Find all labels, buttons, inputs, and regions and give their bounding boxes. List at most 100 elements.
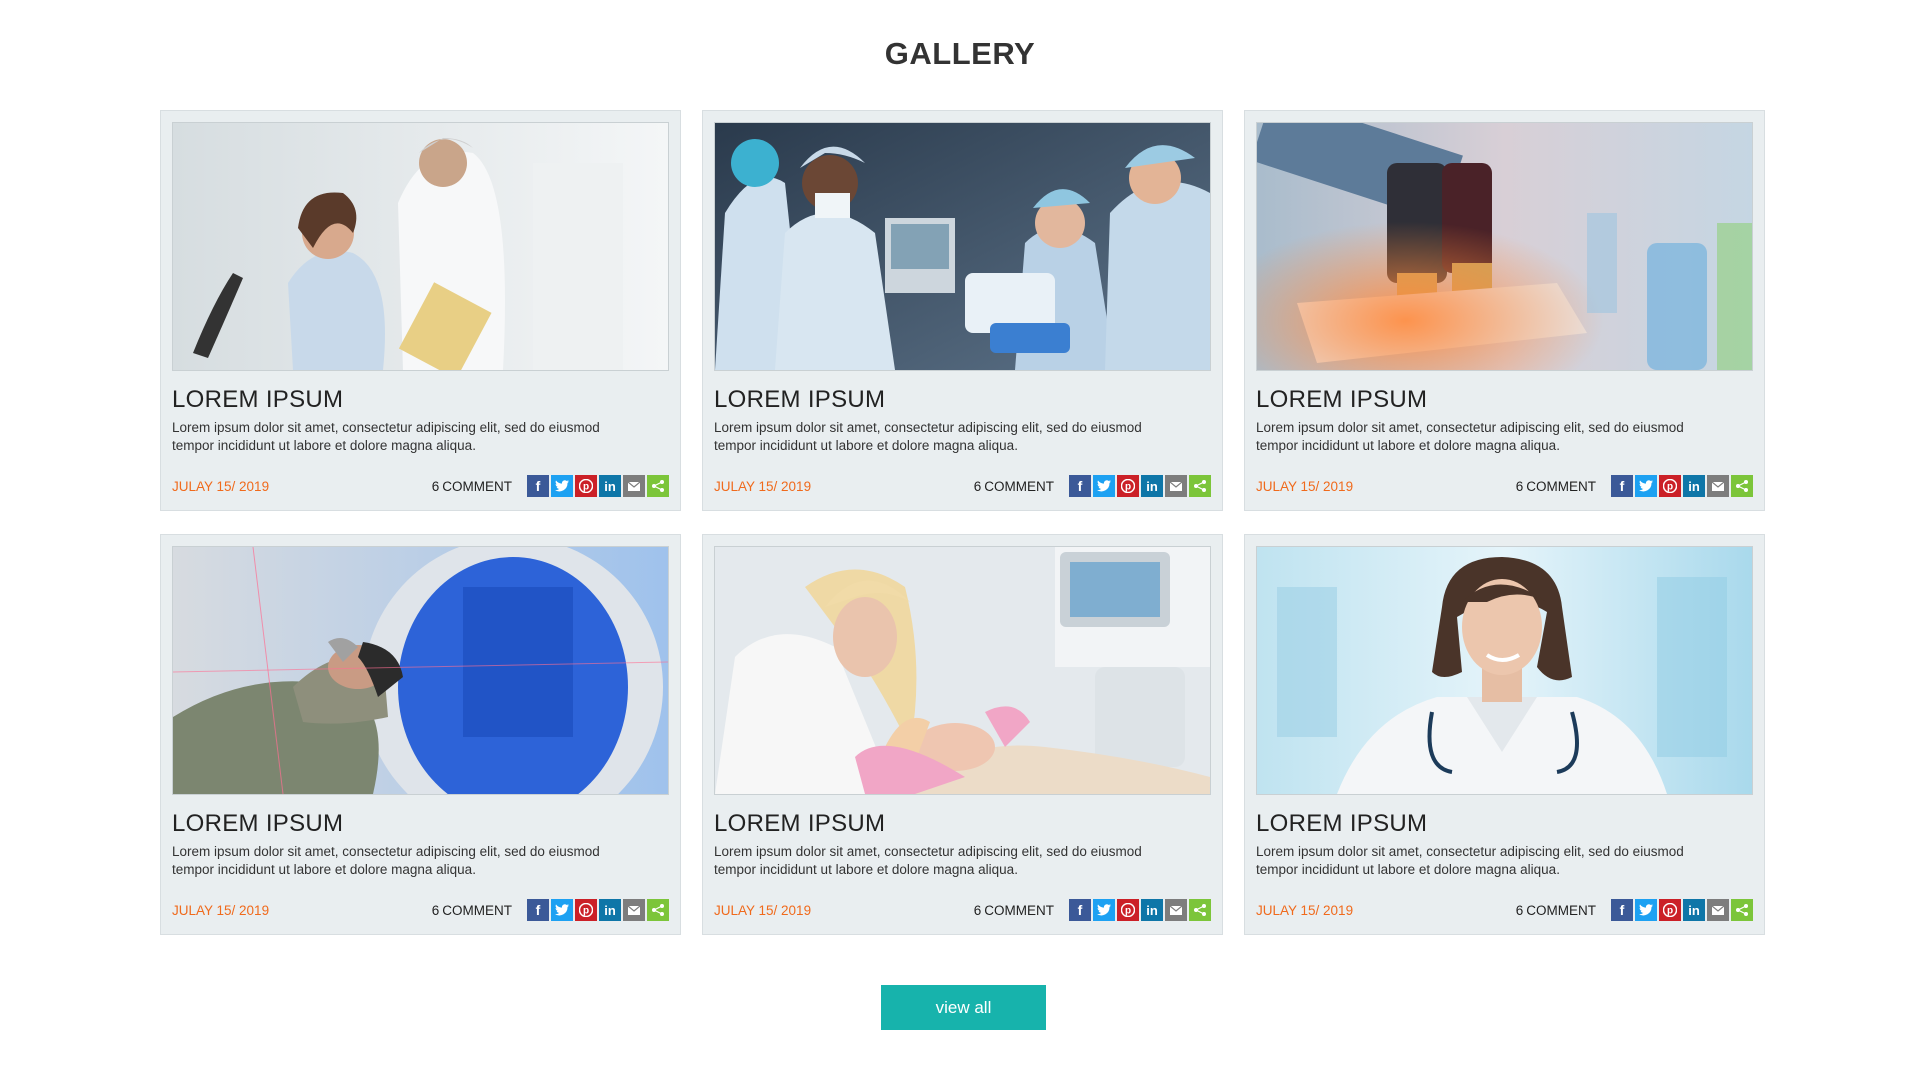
twitter-icon[interactable] xyxy=(551,899,573,921)
page-title: GALLERY xyxy=(884,36,1036,71)
card-image[interactable] xyxy=(714,122,1211,371)
svg-text:p: p xyxy=(583,906,589,917)
gallery-card: LOREM IPSUM Lorem ipsum dolor sit amet, … xyxy=(702,534,1223,935)
comment-count: 6 xyxy=(973,902,982,918)
card-title: LOREM IPSUM xyxy=(1256,386,1428,413)
facebook-icon[interactable]: f xyxy=(1069,899,1091,921)
comment-label: COMMENT xyxy=(442,902,512,918)
card-meta: JULAY 15/ 2019 6 COMMENT f p in xyxy=(714,475,1211,497)
comment-label: COMMENT xyxy=(1526,478,1596,494)
linkedin-icon[interactable]: in xyxy=(1683,475,1705,497)
card-image[interactable] xyxy=(172,546,669,795)
gallery-card: LOREM IPSUM Lorem ipsum dolor sit amet, … xyxy=(1244,110,1765,511)
share-icon[interactable] xyxy=(1189,899,1211,921)
comment-label: COMMENT xyxy=(442,478,512,494)
linkedin-icon[interactable]: in xyxy=(1141,475,1163,497)
share-icon[interactable] xyxy=(647,899,669,921)
facebook-icon[interactable]: f xyxy=(1611,475,1633,497)
card-date: JULAY 15/ 2019 xyxy=(714,902,812,918)
facebook-icon[interactable]: f xyxy=(527,899,549,921)
facebook-icon[interactable]: f xyxy=(1611,899,1633,921)
email-icon[interactable] xyxy=(1707,899,1729,921)
share-icon[interactable] xyxy=(1731,475,1753,497)
card-title: LOREM IPSUM xyxy=(172,810,344,837)
pinterest-icon[interactable]: p xyxy=(1117,899,1139,921)
comment-link[interactable]: 6 COMMENT xyxy=(974,903,1054,918)
card-title: LOREM IPSUM xyxy=(172,386,344,413)
pinterest-icon[interactable]: p xyxy=(575,899,597,921)
card-title: LOREM IPSUM xyxy=(1256,810,1428,837)
share-icon[interactable] xyxy=(1189,475,1211,497)
facebook-icon[interactable]: f xyxy=(1069,475,1091,497)
pinterest-icon[interactable]: p xyxy=(575,475,597,497)
svg-text:p: p xyxy=(1667,906,1673,917)
card-image[interactable] xyxy=(1256,122,1753,371)
share-icons: f p in xyxy=(1069,475,1211,497)
twitter-icon[interactable] xyxy=(1635,899,1657,921)
comment-count: 6 xyxy=(1515,478,1524,494)
email-icon[interactable] xyxy=(623,475,645,497)
card-description: Lorem ipsum dolor sit amet, consectetur … xyxy=(172,844,600,877)
card-description: Lorem ipsum dolor sit amet, consectetur … xyxy=(1256,420,1684,453)
comment-link[interactable]: 6 COMMENT xyxy=(1516,479,1596,494)
comment-label: COMMENT xyxy=(984,902,1054,918)
card-date: JULAY 15/ 2019 xyxy=(1256,902,1354,918)
comment-count: 6 xyxy=(431,478,440,494)
gallery-card: LOREM IPSUM Lorem ipsum dolor sit amet, … xyxy=(160,110,681,511)
view-all-button[interactable]: view all xyxy=(881,985,1046,1030)
card-description: Lorem ipsum dolor sit amet, consectetur … xyxy=(172,420,600,453)
email-icon[interactable] xyxy=(1165,899,1187,921)
svg-text:p: p xyxy=(1125,482,1131,493)
card-image[interactable] xyxy=(1256,546,1753,795)
svg-text:p: p xyxy=(1125,906,1131,917)
gallery-card: LOREM IPSUM Lorem ipsum dolor sit amet, … xyxy=(1244,534,1765,935)
pinterest-icon[interactable]: p xyxy=(1117,475,1139,497)
twitter-icon[interactable] xyxy=(1093,475,1115,497)
card-meta: JULAY 15/ 2019 6 COMMENT f p in xyxy=(172,899,669,921)
card-date: JULAY 15/ 2019 xyxy=(714,478,812,494)
twitter-icon[interactable] xyxy=(1093,899,1115,921)
share-icon[interactable] xyxy=(1731,899,1753,921)
twitter-icon[interactable] xyxy=(1635,475,1657,497)
card-date: JULAY 15/ 2019 xyxy=(172,902,270,918)
email-icon[interactable] xyxy=(1707,475,1729,497)
card-meta: JULAY 15/ 2019 6 COMMENT f p in xyxy=(1256,475,1753,497)
comment-count: 6 xyxy=(973,478,982,494)
share-icons: f p in xyxy=(527,899,669,921)
pinterest-icon[interactable]: p xyxy=(1659,475,1681,497)
comment-link[interactable]: 6 COMMENT xyxy=(432,903,512,918)
card-date: JULAY 15/ 2019 xyxy=(1256,478,1354,494)
card-image[interactable] xyxy=(172,122,669,371)
card-image[interactable] xyxy=(714,546,1211,795)
card-meta: JULAY 15/ 2019 6 COMMENT f p in xyxy=(172,475,669,497)
comment-link[interactable]: 6 COMMENT xyxy=(432,479,512,494)
comment-link[interactable]: 6 COMMENT xyxy=(974,479,1054,494)
card-meta: JULAY 15/ 2019 6 COMMENT f p in xyxy=(1256,899,1753,921)
card-date: JULAY 15/ 2019 xyxy=(172,478,270,494)
card-meta: JULAY 15/ 2019 6 COMMENT f p in xyxy=(714,899,1211,921)
share-icons: f p in xyxy=(1611,475,1753,497)
twitter-icon[interactable] xyxy=(551,475,573,497)
comment-label: COMMENT xyxy=(984,478,1054,494)
comment-count: 6 xyxy=(1515,902,1524,918)
linkedin-icon[interactable]: in xyxy=(599,899,621,921)
linkedin-icon[interactable]: in xyxy=(1141,899,1163,921)
email-icon[interactable] xyxy=(1165,475,1187,497)
gallery-card: LOREM IPSUM Lorem ipsum dolor sit amet, … xyxy=(160,534,681,935)
card-title: LOREM IPSUM xyxy=(714,810,886,837)
linkedin-icon[interactable]: in xyxy=(599,475,621,497)
comment-link[interactable]: 6 COMMENT xyxy=(1516,903,1596,918)
share-icons: f p in xyxy=(1069,899,1211,921)
email-icon[interactable] xyxy=(623,899,645,921)
pinterest-icon[interactable]: p xyxy=(1659,899,1681,921)
svg-text:p: p xyxy=(1667,482,1673,493)
linkedin-icon[interactable]: in xyxy=(1683,899,1705,921)
gallery-grid: LOREM IPSUM Lorem ipsum dolor sit amet, … xyxy=(160,110,1765,935)
facebook-icon[interactable]: f xyxy=(527,475,549,497)
card-description: Lorem ipsum dolor sit amet, consectetur … xyxy=(714,844,1142,877)
card-description: Lorem ipsum dolor sit amet, consectetur … xyxy=(1256,844,1684,877)
share-icon[interactable] xyxy=(647,475,669,497)
share-icons: f p in xyxy=(527,475,669,497)
share-icons: f p in xyxy=(1611,899,1753,921)
card-description: Lorem ipsum dolor sit amet, consectetur … xyxy=(714,420,1142,453)
